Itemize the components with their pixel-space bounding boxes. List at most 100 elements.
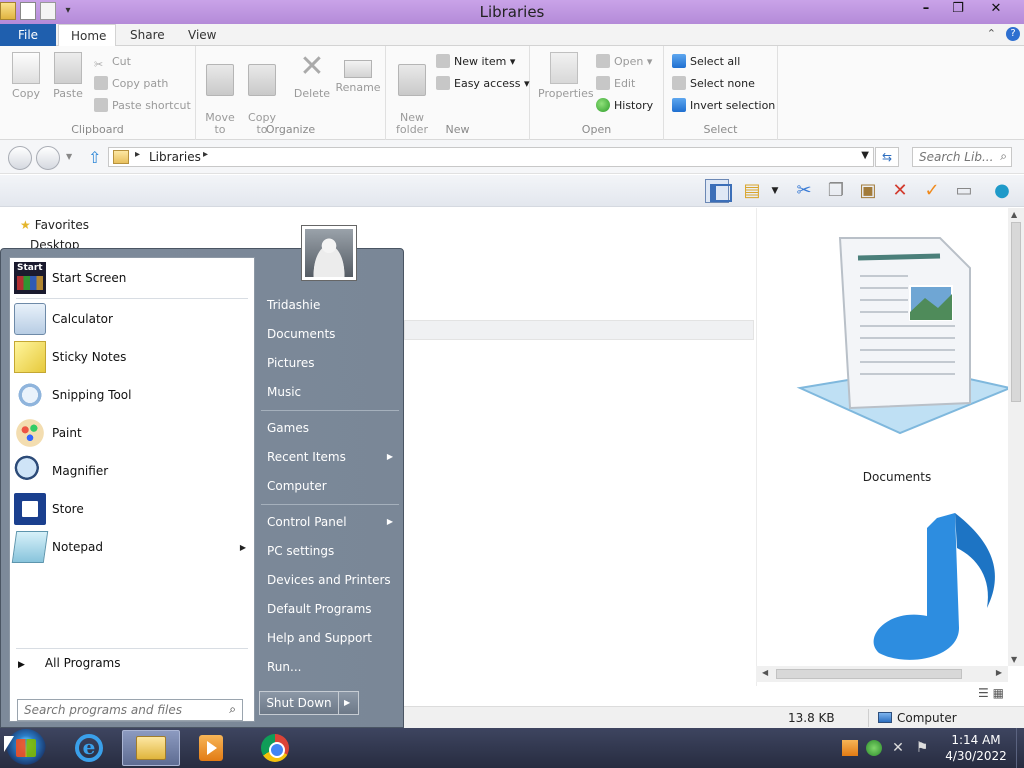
start-item-paint[interactable]: Paint bbox=[14, 415, 250, 451]
start-right-devices-printers[interactable]: Devices and Printers bbox=[259, 567, 399, 593]
tab-file[interactable]: File bbox=[0, 24, 56, 46]
action-center-flag-icon[interactable]: ⚑ bbox=[914, 740, 930, 756]
maximize-button[interactable]: ❐ bbox=[942, 0, 974, 20]
favorites-item[interactable]: ★ Favorites bbox=[20, 218, 89, 232]
start-right-documents[interactable]: Documents bbox=[259, 321, 399, 347]
paste-shortcut-button[interactable]: Paste shortcut bbox=[94, 96, 191, 116]
file-list-row[interactable] bbox=[404, 320, 754, 340]
taskbar-chrome[interactable] bbox=[246, 730, 304, 766]
cut-button[interactable]: ✂ Cut bbox=[94, 52, 131, 72]
start-search-input[interactable] bbox=[18, 700, 214, 720]
scroll-down-icon[interactable]: ▼ bbox=[1011, 655, 1017, 664]
up-arrow-icon[interactable]: ⇧ bbox=[88, 148, 101, 167]
taskbar-internet-explorer[interactable]: e bbox=[60, 730, 118, 766]
cut-toolbar-button[interactable]: ✂ bbox=[792, 179, 816, 203]
search-box[interactable]: ⌕ bbox=[912, 147, 1012, 167]
user-avatar[interactable] bbox=[301, 225, 357, 281]
close-button[interactable]: ✕ bbox=[974, 0, 1018, 20]
globe-button[interactable]: ● bbox=[990, 179, 1014, 203]
taskbar-media-player[interactable] bbox=[182, 730, 240, 766]
folder-options-dropdown[interactable]: ▼ bbox=[768, 179, 782, 203]
chevron-right-icon[interactable]: ▶ bbox=[240, 543, 246, 552]
paste-button[interactable]: Paste bbox=[46, 52, 90, 100]
network-icon[interactable] bbox=[866, 740, 882, 756]
start-item-snipping-tool[interactable]: Snipping Tool bbox=[14, 377, 250, 413]
edit-button[interactable]: Edit bbox=[596, 74, 635, 94]
shutdown-options-arrow-icon[interactable]: ▶ bbox=[344, 692, 350, 714]
start-item-magnifier[interactable]: Magnifier bbox=[14, 453, 250, 489]
properties-toolbar-button[interactable]: ▭ bbox=[952, 179, 976, 203]
tray-app-icon[interactable] bbox=[842, 740, 858, 756]
delete-toolbar-button[interactable]: ✕ bbox=[888, 179, 912, 203]
large-icons-view-icon[interactable]: ▦ bbox=[993, 686, 1004, 700]
tab-view[interactable]: View bbox=[176, 24, 228, 46]
preview-pane-button[interactable] bbox=[705, 179, 732, 203]
start-right-default-programs[interactable]: Default Programs bbox=[259, 596, 399, 622]
scroll-up-icon[interactable]: ▲ bbox=[1011, 210, 1017, 219]
shutdown-button[interactable]: Shut Down bbox=[260, 692, 338, 714]
address-dropdown-icon[interactable]: ▼ bbox=[861, 150, 869, 161]
copy-path-button[interactable]: Copy path bbox=[94, 74, 168, 94]
properties-button[interactable]: Properties bbox=[538, 52, 594, 100]
collapse-ribbon-icon[interactable]: ⌃ bbox=[987, 27, 996, 41]
start-right-computer[interactable]: Computer bbox=[259, 473, 399, 499]
address-bar[interactable]: ▸ Libraries ▸ ▼ bbox=[108, 147, 874, 167]
vertical-scroll-thumb[interactable] bbox=[1011, 222, 1021, 402]
start-right-games[interactable]: Games bbox=[259, 415, 399, 441]
start-item-start-screen[interactable]: Start Start Screen bbox=[14, 260, 250, 296]
show-desktop-button[interactable] bbox=[1016, 728, 1024, 768]
minimize-button[interactable]: – bbox=[910, 0, 942, 20]
clock[interactable]: 1:14 AM 4/30/2022 bbox=[944, 732, 1008, 764]
recent-locations-icon[interactable]: ▼ bbox=[66, 152, 72, 161]
shutdown-separator bbox=[338, 692, 339, 714]
start-right-run[interactable]: Run... bbox=[259, 654, 399, 680]
new-item-button[interactable]: New item ▾ bbox=[436, 52, 515, 72]
refresh-button[interactable]: ⇆ bbox=[875, 147, 899, 167]
start-item-store[interactable]: Store bbox=[14, 491, 250, 527]
scroll-left-icon[interactable]: ◀ bbox=[762, 668, 768, 677]
back-button[interactable] bbox=[8, 146, 32, 170]
breadcrumb-libraries[interactable]: Libraries bbox=[149, 150, 201, 164]
vertical-scrollbar[interactable]: ▲ ▼ bbox=[1008, 208, 1024, 666]
scroll-right-icon[interactable]: ▶ bbox=[996, 668, 1002, 677]
help-icon[interactable]: ? bbox=[1006, 27, 1020, 41]
taskbar-file-explorer[interactable] bbox=[122, 730, 180, 766]
details-view-icon[interactable]: ☰ bbox=[978, 686, 989, 700]
open-icon bbox=[596, 54, 610, 68]
start-right-pc-settings[interactable]: PC settings bbox=[259, 538, 399, 564]
start-item-notepad[interactable]: Notepad ▶ bbox=[11, 529, 250, 565]
open-button[interactable]: Open ▾ bbox=[596, 52, 652, 72]
start-right-control-panel[interactable]: Control Panel ▶ bbox=[259, 509, 399, 535]
rename-button[interactable]: Rename bbox=[332, 52, 384, 94]
select-all-button[interactable]: Select all bbox=[672, 52, 740, 72]
start-item-calculator[interactable]: Calculator bbox=[14, 301, 250, 337]
invert-selection-button[interactable]: Invert selection bbox=[672, 96, 775, 116]
start-search-box[interactable]: ⌕ bbox=[17, 699, 243, 721]
search-input[interactable] bbox=[913, 148, 993, 166]
start-right-recent-items[interactable]: Recent Items ▶ bbox=[259, 444, 399, 470]
paste-toolbar-button[interactable]: ▣ bbox=[856, 179, 880, 203]
status-size: 13.8 KB bbox=[788, 711, 835, 725]
copy-button[interactable]: Copy bbox=[4, 52, 48, 100]
all-programs-button[interactable]: ▶ All Programs bbox=[18, 656, 121, 670]
horizontal-scroll-thumb[interactable] bbox=[776, 669, 962, 679]
start-right-music[interactable]: Music bbox=[259, 379, 399, 405]
volume-muted-icon[interactable]: ✕ bbox=[890, 740, 906, 756]
folder-options-button[interactable]: ▤ bbox=[740, 179, 764, 203]
horizontal-scrollbar[interactable]: ◀ ▶ bbox=[756, 666, 1008, 682]
chevron-right-icon[interactable]: ▸ bbox=[203, 149, 208, 160]
rename-toolbar-button[interactable]: ✓ bbox=[920, 179, 944, 203]
start-item-sticky-notes[interactable]: Sticky Notes bbox=[14, 339, 250, 375]
start-right-pictures[interactable]: Pictures bbox=[259, 350, 399, 376]
tab-share[interactable]: Share bbox=[118, 24, 177, 46]
chevron-right-icon[interactable]: ▸ bbox=[135, 149, 140, 160]
easy-access-button[interactable]: Easy access ▾ bbox=[436, 74, 530, 94]
tab-home[interactable]: Home bbox=[58, 24, 116, 47]
history-button[interactable]: History bbox=[596, 96, 653, 116]
select-none-button[interactable]: Select none bbox=[672, 74, 755, 94]
start-right-user[interactable]: Tridashie bbox=[259, 292, 399, 318]
delete-button[interactable]: ✕ Delete bbox=[290, 52, 334, 100]
start-right-help-support[interactable]: Help and Support bbox=[259, 625, 399, 651]
copy-toolbar-button[interactable]: ❐ bbox=[824, 179, 848, 203]
forward-button[interactable] bbox=[36, 146, 60, 170]
